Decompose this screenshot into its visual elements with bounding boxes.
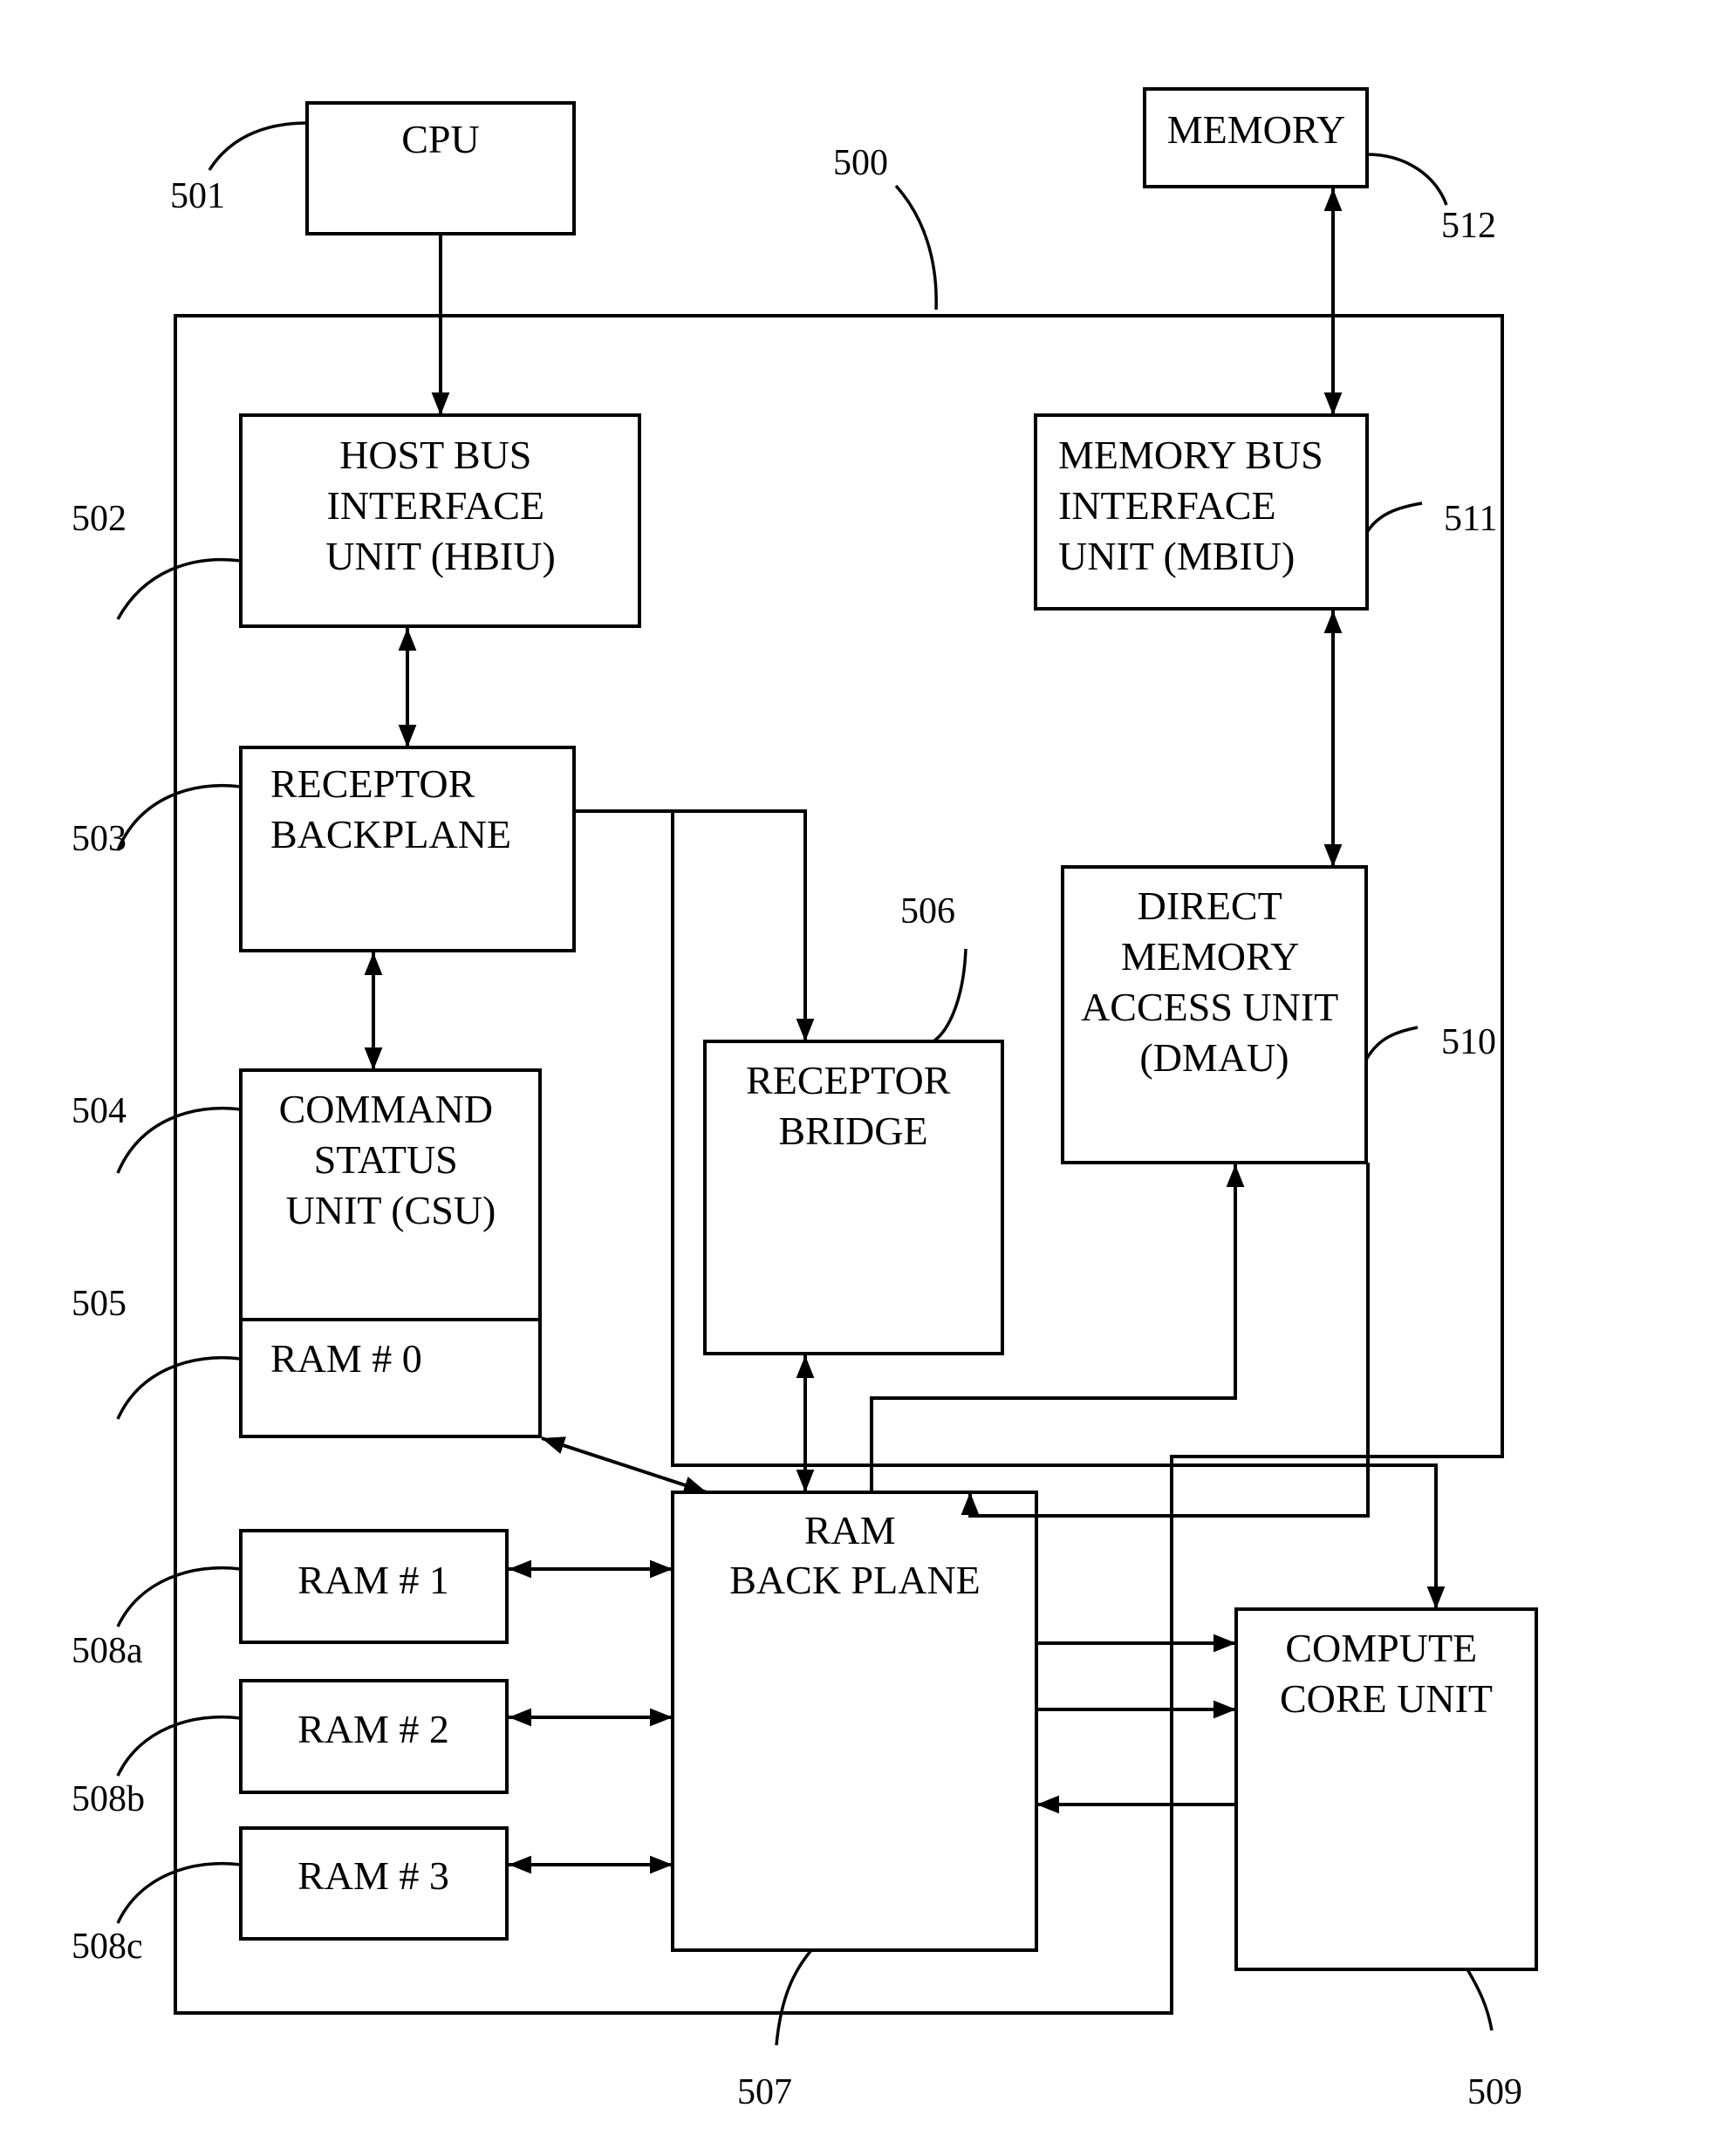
block-compute-core[interactable]: COMPUTE CORE UNIT xyxy=(1234,1607,1538,1971)
block-label: HOST BUS xyxy=(339,433,531,477)
svg-text:RAM # 3: RAM # 3 xyxy=(297,1853,449,1898)
ref-label: 500 xyxy=(833,143,888,183)
block-label: INTERFACE xyxy=(326,483,544,528)
svg-text:RAM # 2: RAM # 2 xyxy=(297,1707,449,1751)
block-label: BRIDGE xyxy=(778,1109,927,1153)
block-label: RECEPTOR xyxy=(746,1058,951,1102)
svg-text:HOST BUS INTERFACE: HOST BUS INTERFACE UNIT (HBIU) xyxy=(325,433,556,578)
block-label: COMPUTE xyxy=(1285,1626,1477,1670)
block-label: UNIT (CSU) xyxy=(286,1188,496,1232)
ref-label: 501 xyxy=(170,176,225,216)
block-receptor-bridge[interactable]: RECEPTOR BRIDGE xyxy=(703,1040,1004,1355)
block-label: INTERFACE xyxy=(1058,483,1276,528)
ref-label: 507 xyxy=(737,2072,792,2112)
ref-label: 505 xyxy=(72,1284,126,1324)
ref-label: 502 xyxy=(72,499,126,539)
ref-label: 506 xyxy=(900,891,955,931)
block-label: DIRECT xyxy=(1138,884,1282,928)
block-label: (DMAU) xyxy=(1139,1035,1289,1080)
block-label: RECEPTOR xyxy=(270,761,475,806)
ref-label: 508c xyxy=(72,1927,143,1967)
block-label: CPU xyxy=(401,117,479,161)
block-label: MEMORY xyxy=(1121,934,1299,979)
ref-label: 504 xyxy=(72,1091,126,1131)
ref-label: 508b xyxy=(72,1779,145,1819)
block-label: RAM xyxy=(804,1508,896,1552)
block-label: RAM # 2 xyxy=(297,1707,449,1751)
ref-label: 510 xyxy=(1441,1022,1496,1062)
block-label: BACK PLANE xyxy=(729,1558,981,1602)
ref-label: 509 xyxy=(1467,2072,1522,2112)
block-label: RAM # 1 xyxy=(297,1558,449,1602)
svg-text:RAM # 1: RAM # 1 xyxy=(297,1558,449,1602)
block-csu[interactable]: COMMAND STATUS UNIT (CSU) RAM # 0 xyxy=(239,1068,542,1438)
block-label: CORE UNIT xyxy=(1280,1676,1493,1721)
block-mbiu[interactable]: MEMORY BUS INTERFACE UNIT (MBIU) xyxy=(1034,413,1369,611)
svg-text:MEMORY: MEMORY xyxy=(1167,107,1345,152)
ref-label: 512 xyxy=(1441,206,1496,246)
block-label-ram0: RAM # 0 xyxy=(270,1336,422,1381)
block-label: RAM # 3 xyxy=(297,1853,449,1898)
block-dmau[interactable]: DIRECT MEMORY ACCESS UNIT (DMAU) xyxy=(1061,865,1368,1164)
block-label: MEMORY xyxy=(1167,107,1345,152)
svg-text:CPU: CPU xyxy=(401,117,479,161)
arrow-backplane-bridge xyxy=(574,809,815,1041)
block-ram1[interactable]: RAM # 1 xyxy=(239,1529,509,1644)
ref-label: 508a xyxy=(72,1631,143,1671)
svg-text:RAM # 0: RAM # 0 xyxy=(270,1336,422,1381)
block-label: BACKPLANE xyxy=(270,812,511,856)
block-label: COMMAND xyxy=(279,1087,493,1131)
block-label: UNIT (HBIU) xyxy=(325,534,556,578)
block-ram-backplane[interactable]: RAM BACK PLANE xyxy=(671,1491,1038,1952)
block-label: ACCESS UNIT xyxy=(1081,985,1338,1029)
block-label: UNIT (MBIU) xyxy=(1058,534,1295,578)
block-hbiu[interactable]: HOST BUS INTERFACE UNIT (HBIU) xyxy=(239,413,641,628)
ref-label: 503 xyxy=(72,819,126,859)
block-receptor-backplane[interactable]: RECEPTOR BACKPLANE xyxy=(239,746,576,952)
block-diagram: CPU MEMORY HOST BUS INTERFACE UNIT (HBIU… xyxy=(72,87,1538,2112)
block-ram3[interactable]: RAM # 3 xyxy=(239,1826,509,1941)
arrow-dmau-rambackplane xyxy=(961,1163,1370,1518)
block-cpu[interactable]: CPU xyxy=(305,101,576,235)
block-memory[interactable]: MEMORY xyxy=(1143,87,1369,188)
block-ram2[interactable]: RAM # 2 xyxy=(239,1679,509,1794)
block-label: MEMORY BUS xyxy=(1058,433,1323,477)
block-label: STATUS xyxy=(314,1137,458,1182)
ref-label: 511 xyxy=(1444,499,1497,539)
